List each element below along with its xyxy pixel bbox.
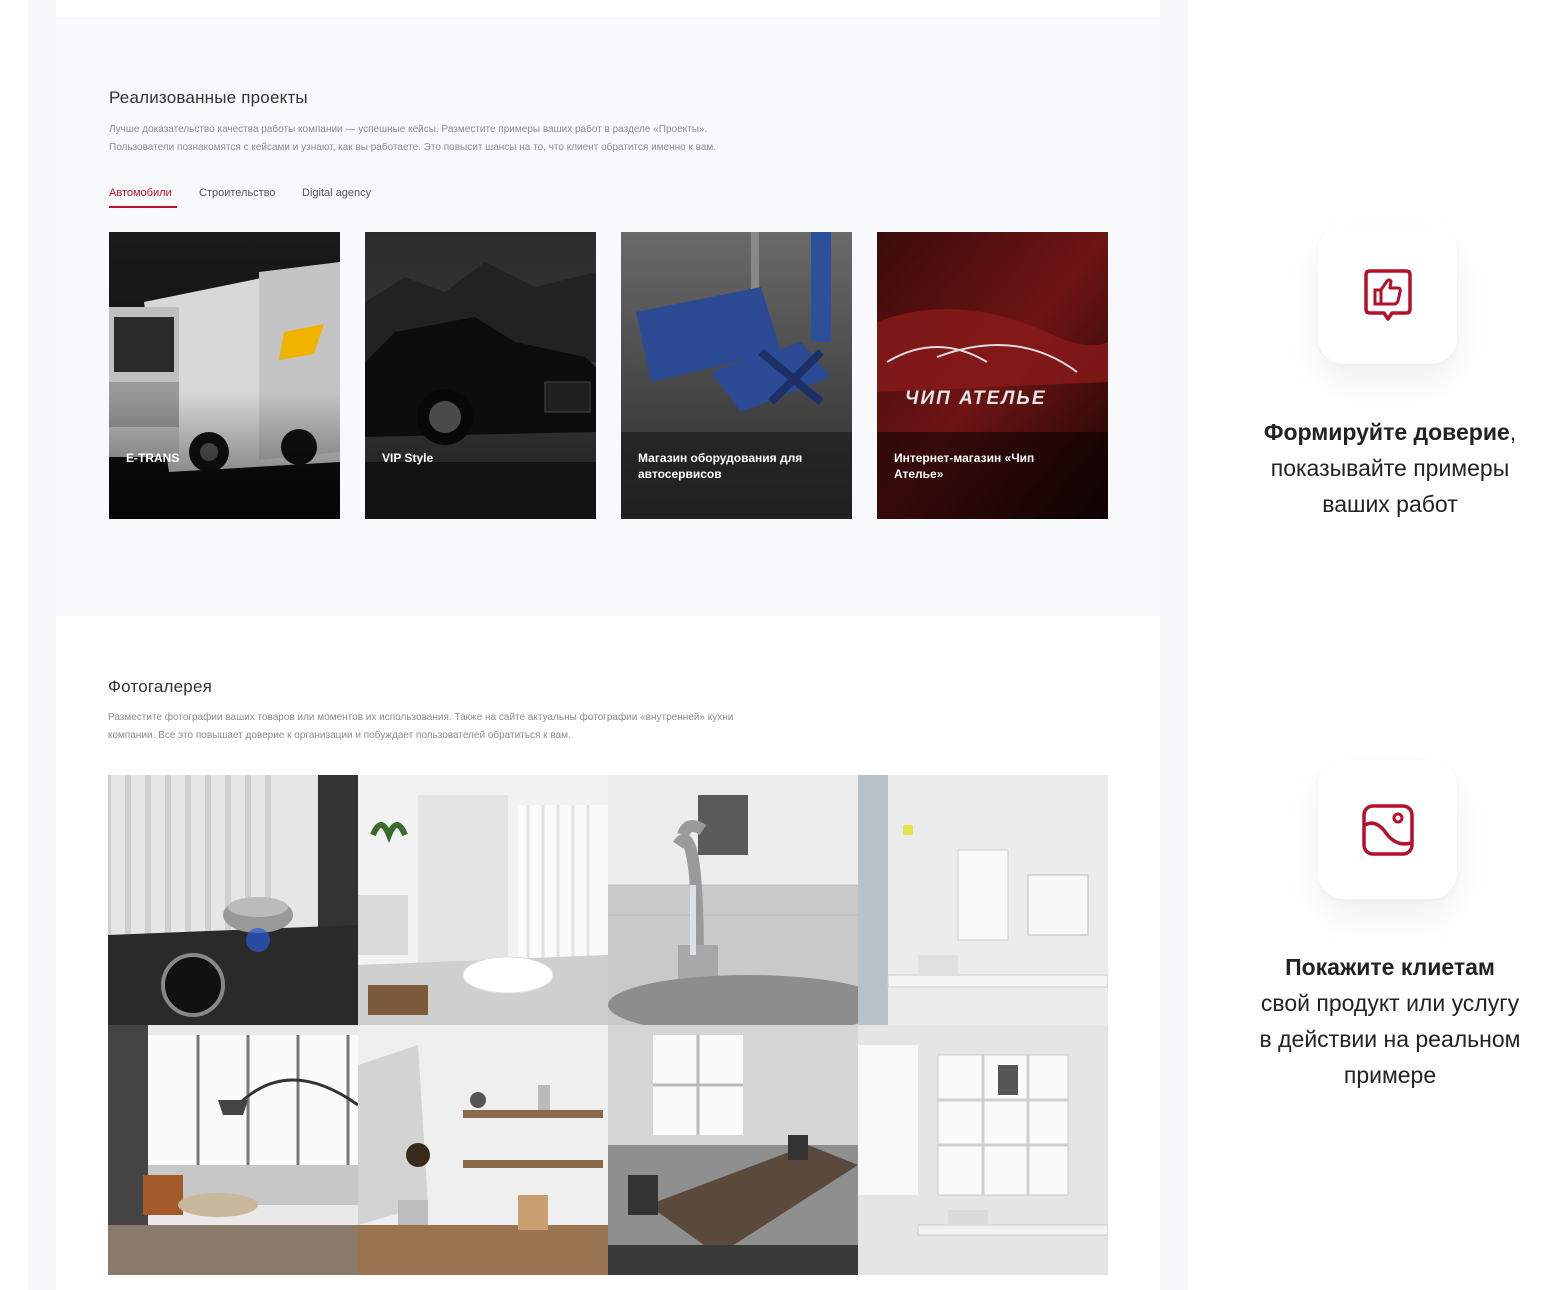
office-shelves-photo: [858, 1025, 1108, 1275]
project-card-chip-atelier[interactable]: ЧИП АТЕЛЬЕ Интернет-магазин «Чип Ателье»: [877, 232, 1108, 519]
projects-title: Реализованные проекты: [109, 88, 308, 107]
gallery-photo-stove[interactable]: [108, 775, 358, 1025]
card-label: VIP Style: [382, 451, 434, 465]
gallery-photo-office-desk[interactable]: [858, 775, 1108, 1025]
living-room-photo: [108, 1025, 358, 1275]
gallery-photo-kitchen-shelves[interactable]: [358, 1025, 608, 1275]
gallery-photo-bathroom[interactable]: [358, 775, 608, 1025]
projects-description: Лучше доказательство качества работы ком…: [109, 121, 869, 157]
previous-section-bottom: [56, 0, 1160, 17]
gallery-photo-meeting-room[interactable]: [608, 1025, 858, 1275]
gallery-description-line2: компании. Все это повышает доверие к орг…: [108, 730, 571, 741]
card-label: E-TRANS: [126, 451, 180, 465]
kitchen-shelves-photo: [358, 1025, 608, 1275]
tab-cars[interactable]: Автомобили: [109, 187, 172, 199]
car-photo: [365, 232, 596, 519]
office-desk-photo: [858, 775, 1108, 1025]
feature-trust-bold: Формируйте доверие: [1263, 419, 1510, 445]
faucet-photo: [608, 775, 858, 1025]
feature-show-line4: примере: [1343, 1062, 1437, 1088]
feature-trust-icon-box: [1318, 225, 1457, 364]
gallery-photo-office-shelves[interactable]: [858, 1025, 1108, 1275]
gallery-title: Фотогалерея: [108, 677, 213, 696]
chip-atelier-overlay-text: ЧИП АТЕЛЬЕ: [905, 388, 1047, 409]
projects-section: Реализованные проекты Лучше доказательст…: [56, 17, 1160, 616]
feature-trust-text: Формируйте доверие, показывайте примеры …: [1230, 414, 1550, 522]
gallery-photo-living-room[interactable]: [108, 1025, 358, 1275]
thumbs-up-icon: [1364, 269, 1412, 321]
bathroom-photo: [358, 775, 608, 1025]
projects-description-line2: Пользователи познакомятся с кейсами и уз…: [109, 142, 717, 153]
feature-show-icon-box: [1318, 760, 1457, 899]
feature-trust-line3: ваших работ: [1322, 491, 1458, 517]
project-card-equipment-shop[interactable]: Магазин оборудования для автосервисов: [621, 232, 852, 519]
feature-show-line2: свой продукт или услугу: [1260, 990, 1520, 1016]
project-card-vip-style[interactable]: VIP Style: [365, 232, 596, 519]
page: Реализованные проекты Лучше доказательст…: [0, 0, 1556, 1290]
card-label: Интернет-магазин «Чип Ателье»: [894, 451, 1035, 481]
tab-digital-agency[interactable]: Digital agency: [302, 187, 371, 199]
gallery-photo-faucet[interactable]: [608, 775, 858, 1025]
feature-show-line1: Покажите клиетам: [1230, 949, 1550, 985]
projects-description-line1: Лучше доказательство качества работы ком…: [109, 124, 708, 135]
gallery-section: Фотогалерея Разместите фотографии ваших …: [56, 616, 1160, 1290]
project-card-etrans[interactable]: E-TRANS: [109, 232, 340, 519]
feature-show-bold: Покажите клиетам: [1285, 954, 1495, 980]
stove-photo: [108, 775, 358, 1025]
feature-trust-comma: ,: [1509, 419, 1517, 445]
gallery-description: Разместите фотографии ваших товаров или …: [108, 709, 868, 745]
feature-trust-line2: показывайте примеры: [1270, 455, 1510, 481]
active-tab-underline: [109, 206, 177, 208]
feature-show-line3: в действии на реальном: [1259, 1026, 1521, 1052]
meeting-room-photo: [608, 1025, 858, 1275]
tab-construction[interactable]: Строительство: [199, 187, 276, 199]
gallery-description-line1: Разместите фотографии ваших товаров или …: [108, 712, 734, 723]
card-label: Магазин оборудования для автосервисов: [638, 451, 803, 481]
truck-photo: [109, 232, 340, 519]
image-icon: [1362, 804, 1414, 856]
feature-trust-line1: Формируйте доверие,: [1230, 414, 1550, 450]
feature-show-text: Покажите клиетам свой продукт или услугу…: [1230, 949, 1550, 1093]
